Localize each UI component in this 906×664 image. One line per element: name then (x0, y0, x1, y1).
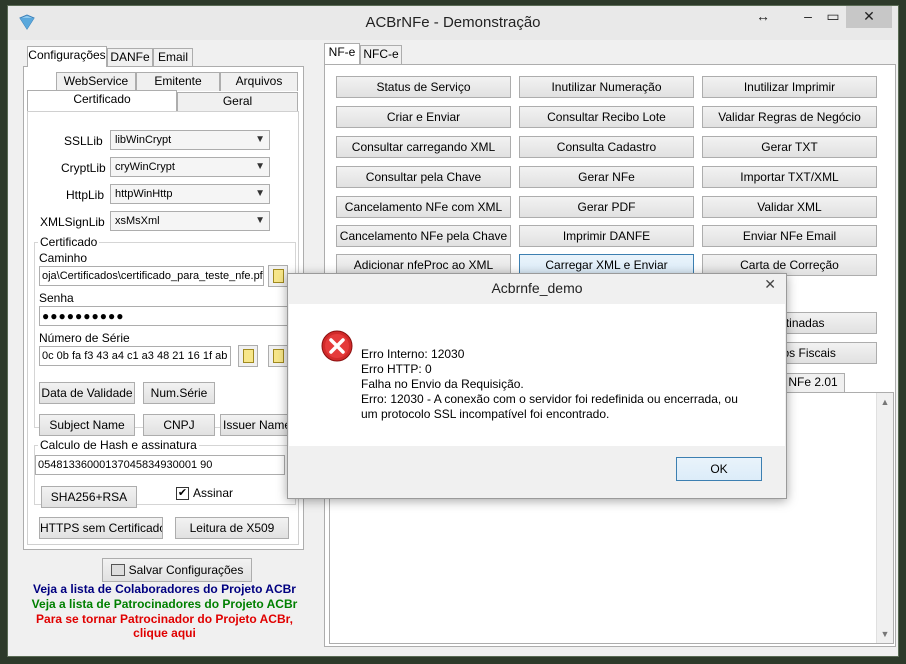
log-scrollbar[interactable]: ▲ ▼ (876, 393, 893, 643)
num-serie-button[interactable]: Num.Série (143, 382, 215, 404)
tab-nfce[interactable]: NFC-e (360, 45, 402, 64)
file-icon (273, 269, 284, 283)
salvar-label: Salvar Configurações (128, 563, 244, 577)
chevron-down-icon: ▼ (255, 134, 265, 145)
senha-label: Senha (39, 291, 74, 305)
cnpj-button[interactable]: CNPJ (143, 414, 215, 436)
subtab-arquivos[interactable]: Arquivos (220, 72, 298, 91)
nfe-action-button[interactable]: Gerar PDF (519, 196, 694, 218)
nfe-action-button[interactable]: Status de Serviço (336, 76, 511, 98)
httplib-value: httpWinHttp (115, 188, 173, 200)
nfe-action-button[interactable]: Cancelamento NFe com XML (336, 196, 511, 218)
nfe-action-button[interactable]: Gerar TXT (702, 136, 877, 158)
xmlsignlib-value: xsMsXml (115, 215, 160, 227)
issuer-name-button[interactable]: Issuer Name (220, 414, 294, 436)
chevron-down-icon: ▼ (255, 188, 265, 199)
nfe-action-button[interactable]: Gerar NFe (519, 166, 694, 188)
chevron-down-icon: ▼ (255, 161, 265, 172)
browse-file-button[interactable] (268, 265, 288, 287)
nfe-action-button[interactable]: Consultar Recibo Lote (519, 106, 694, 128)
https-sem-certificado-button[interactable]: HTTPS sem Certificado (39, 517, 163, 539)
nfe-action-button[interactable]: Importar TXT/XML (702, 166, 877, 188)
nfe-action-button[interactable]: Consulta Cadastro (519, 136, 694, 158)
subject-name-button[interactable]: Subject Name (39, 414, 135, 436)
caminho-input[interactable]: oja\Certificados\certificado_para_teste_… (39, 266, 264, 286)
caminho-label: Caminho (39, 251, 88, 265)
ssllib-select[interactable]: libWinCrypt ▼ (110, 130, 270, 150)
subtab-webservice[interactable]: WebService (56, 72, 136, 91)
nfe-action-button[interactable]: Cancelamento NFe pela Chave (336, 225, 511, 247)
serie-label: Número de Série (39, 331, 130, 345)
link-colaboradores[interactable]: Veja a lista de Colaboradores do Projeto… (23, 582, 306, 596)
file-icon (273, 349, 284, 363)
nfe-action-button[interactable]: Validar Regras de Negócio (702, 106, 877, 128)
nfe-action-button[interactable]: Inutilizar Numeração (519, 76, 694, 98)
data-validade-button[interactable]: Data de Validade (39, 382, 135, 404)
config-panel: Configurações DANFe Email WebService Emi… (23, 46, 306, 640)
nfe-action-button[interactable]: Validar XML (702, 196, 877, 218)
hash-input[interactable]: 05481336000137045834930001 90 (35, 455, 285, 475)
restore-icon[interactable]: ↔ (743, 6, 783, 28)
nfe-action-button[interactable]: Criar e Enviar (336, 106, 511, 128)
httplib-select[interactable]: httpWinHttp ▼ (110, 184, 270, 204)
assinar-checkbox[interactable]: ✔ (176, 487, 189, 500)
close-button[interactable]: ✕ (846, 6, 892, 28)
dialog-line: um protocolo SSL incompatível foi encont… (361, 407, 610, 421)
ok-button[interactable]: OK (676, 457, 762, 481)
salvar-configuracoes-button[interactable]: Salvar Configurações (102, 558, 252, 582)
error-icon (321, 330, 353, 362)
chevron-up-icon[interactable]: ▲ (877, 397, 893, 407)
cryptlib-label: CryptLib (61, 161, 106, 175)
tab-email[interactable]: Email (153, 48, 193, 67)
tab-nfe[interactable]: NF-e (324, 43, 360, 64)
dialog-content: Erro Interno: 12030 Erro HTTP: 0 Falha n… (289, 304, 785, 446)
subtab-certificado[interactable]: Certificado (27, 90, 177, 111)
nfe-action-button[interactable]: Consultar carregando XML (336, 136, 511, 158)
nfe-action-button[interactable]: Consultar pela Chave (336, 166, 511, 188)
ssllib-value: libWinCrypt (115, 134, 172, 146)
file-icon (243, 349, 254, 363)
serie-input[interactable]: 0c 0b fa f3 43 a4 c1 a3 48 21 16 1f ab (39, 346, 231, 366)
dialog-line: Erro Interno: 12030 (361, 347, 465, 361)
certificado-body: SSLLib libWinCrypt ▼ CryptLib cryWinCryp… (27, 111, 299, 545)
leitura-x509-button[interactable]: Leitura de X509 (175, 517, 289, 539)
tab-danfe[interactable]: DANFe (107, 48, 153, 67)
chevron-down-icon: ▼ (255, 215, 265, 226)
link-patrocinadores[interactable]: Veja a lista de Patrocinadores do Projet… (23, 597, 306, 611)
config-tab-body: WebService Emitente Arquivos Certificado… (23, 66, 304, 550)
nfe-action-button[interactable]: Inutilizar Imprimir (702, 76, 877, 98)
xmlsignlib-select[interactable]: xsMsXml ▼ (110, 211, 270, 231)
select-cert-button[interactable] (238, 345, 258, 367)
sha256-rsa-button[interactable]: SHA256+RSA (41, 486, 137, 508)
ssllib-label: SSLLib (64, 134, 103, 148)
subtab-emitente[interactable]: Emitente (136, 72, 220, 91)
dialog-line: Falha no Envio da Requisição. (361, 377, 524, 391)
dialog-message: Erro Interno: 12030 Erro HTTP: 0 Falha n… (361, 347, 738, 422)
subtab-geral[interactable]: Geral (177, 92, 298, 111)
list-cert-button[interactable] (268, 345, 288, 367)
assinar-label: Assinar (193, 486, 234, 500)
dialog-close-icon[interactable]: ✕ (764, 276, 776, 293)
senha-input[interactable]: ●●●●●●●●●● (39, 306, 294, 326)
chevron-down-icon[interactable]: ▼ (877, 629, 893, 639)
xmlsignlib-label: XMLSignLib (40, 215, 105, 229)
cryptlib-value: cryWinCrypt (115, 161, 175, 173)
tab-configuracoes[interactable]: Configurações (27, 46, 107, 67)
dialog-line: Erro: 12030 - A conexão com o servidor f… (361, 392, 738, 406)
error-dialog: Acbrnfe_demo ✕ Erro Interno: 12030 Erro … (287, 273, 787, 499)
link-tornar-patrocinador[interactable]: Para se tornar Patrocinador do Projeto A… (23, 612, 306, 626)
httplib-label: HttpLib (66, 188, 105, 202)
nfe-action-button[interactable]: Imprimir DANFE (519, 225, 694, 247)
title-bar: ACBrNFe - Demonstração ↔ – ▭ ✕ (8, 6, 898, 40)
dialog-line: Erro HTTP: 0 (361, 362, 432, 376)
link-clique-aqui[interactable]: clique aqui (23, 626, 306, 640)
dialog-title: Acbrnfe_demo (491, 280, 583, 296)
nfe-action-button[interactable]: Enviar NFe Email (702, 225, 877, 247)
cryptlib-select[interactable]: cryWinCrypt ▼ (110, 157, 270, 177)
hash-group-title: Calculo de Hash e assinatura (38, 438, 199, 452)
save-icon (110, 564, 125, 576)
certificado-group-title: Certificado (38, 235, 100, 249)
